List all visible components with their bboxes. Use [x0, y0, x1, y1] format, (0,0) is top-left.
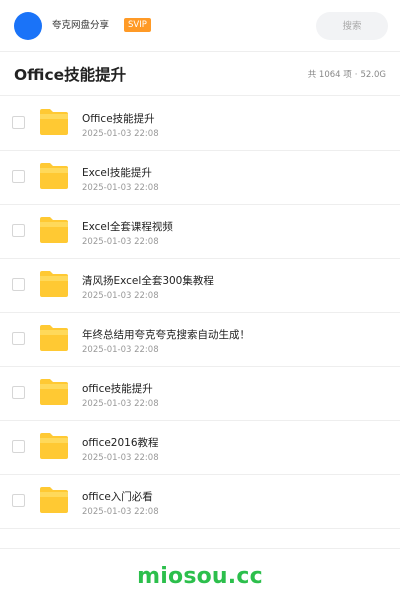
- item-checkbox[interactable]: [12, 440, 25, 453]
- list-item[interactable]: office入门必看 2025-01-03 22:08: [0, 475, 400, 529]
- item-name[interactable]: Excel全套课程视频: [82, 220, 173, 234]
- item-checkbox[interactable]: [12, 332, 25, 345]
- item-date: 2025-01-03 22:08: [82, 399, 159, 409]
- item-name[interactable]: office入门必看: [82, 490, 153, 504]
- item-date: 2025-01-03 22:08: [82, 183, 159, 193]
- item-name[interactable]: 年终总结用夸克夸克搜索自动生成！: [82, 328, 250, 342]
- item-checkbox[interactable]: [12, 116, 25, 129]
- list-item[interactable]: office2016教程 2025-01-03 22:08: [0, 421, 400, 475]
- item-checkbox[interactable]: [12, 170, 25, 183]
- share-header: 夸克网盘分享 SVIP: [0, 0, 400, 52]
- watermark-footer: miosou.cc: [0, 548, 400, 600]
- file-list: Office技能提升 2025-01-03 22:08 Excel技能提升 20…: [0, 97, 400, 529]
- folder-icon: [40, 487, 68, 513]
- item-name[interactable]: office技能提升: [82, 382, 153, 396]
- item-name[interactable]: Excel技能提升: [82, 166, 152, 180]
- avatar[interactable]: [14, 12, 42, 40]
- folder-icon: [40, 325, 68, 351]
- watermark-text: miosou.cc: [137, 564, 263, 589]
- list-item[interactable]: Excel技能提升 2025-01-03 22:08: [0, 151, 400, 205]
- folder-icon: [40, 109, 68, 135]
- item-name[interactable]: Office技能提升: [82, 112, 155, 126]
- list-item[interactable]: 清风扬Excel全套300集教程 2025-01-03 22:08: [0, 259, 400, 313]
- item-checkbox[interactable]: [12, 494, 25, 507]
- folder-icon: [40, 217, 68, 243]
- svip-badge: SVIP: [124, 18, 151, 32]
- folder-stats: 共 1064 项 · 52.0G: [307, 70, 386, 80]
- folder-icon: [40, 163, 68, 189]
- list-item[interactable]: Office技能提升 2025-01-03 22:08: [0, 97, 400, 151]
- folder-titlebar: Office技能提升 共 1064 项 · 52.0G: [0, 52, 400, 96]
- brand-name: 夸克网盘分享: [52, 20, 110, 31]
- item-date: 2025-01-03 22:08: [82, 129, 159, 139]
- item-date: 2025-01-03 22:08: [82, 237, 159, 247]
- item-date: 2025-01-03 22:08: [82, 291, 159, 301]
- item-date: 2025-01-03 22:08: [82, 507, 159, 517]
- list-item[interactable]: Excel全套课程视频 2025-01-03 22:08: [0, 205, 400, 259]
- item-name[interactable]: office2016教程: [82, 436, 159, 450]
- total-size: 52.0G: [360, 70, 386, 80]
- page-title: Office技能提升: [14, 66, 127, 84]
- folder-icon: [40, 271, 68, 297]
- item-checkbox[interactable]: [12, 224, 25, 237]
- folder-icon: [40, 379, 68, 405]
- item-count: 共 1064 项: [307, 70, 352, 80]
- item-date: 2025-01-03 22:08: [82, 345, 159, 355]
- item-date: 2025-01-03 22:08: [82, 453, 159, 463]
- folder-icon: [40, 433, 68, 459]
- item-checkbox[interactable]: [12, 278, 25, 291]
- list-item[interactable]: office技能提升 2025-01-03 22:08: [0, 367, 400, 421]
- item-name[interactable]: 清风扬Excel全套300集教程: [82, 274, 214, 288]
- item-checkbox[interactable]: [12, 386, 25, 399]
- search-input[interactable]: [316, 12, 388, 40]
- list-item[interactable]: 年终总结用夸克夸克搜索自动生成！ 2025-01-03 22:08: [0, 313, 400, 367]
